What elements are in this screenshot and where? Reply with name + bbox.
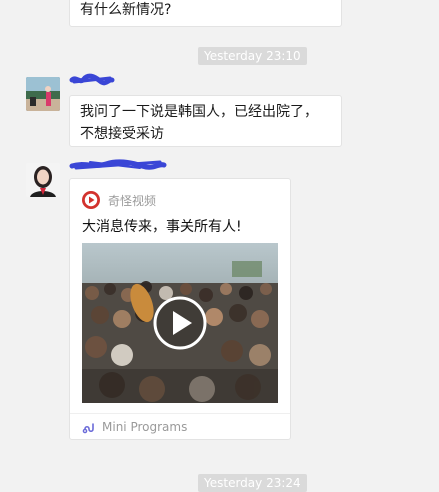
mini-program-icon [82, 422, 94, 433]
message-bubble-reply[interactable]: 我问了一下说是韩国人，已经出院了，不想接受采访 [69, 95, 342, 147]
timestamp-divider: Yesterday 23:24 [198, 474, 307, 492]
card-source: 奇怪视频 [82, 191, 156, 209]
timestamp-text: Yesterday 23:24 [204, 476, 301, 490]
card-footer: Mini Programs [70, 413, 290, 439]
play-logo-icon [82, 191, 100, 209]
message-bubble-top[interactable]: 有什么新情况? [69, 0, 342, 27]
timestamp-text: Yesterday 23:10 [204, 49, 301, 63]
avatar[interactable] [26, 163, 60, 197]
mini-program-label: Mini Programs [102, 419, 188, 434]
sender-name-redacted [69, 159, 167, 170]
message-text-reply: 我问了一下说是韩国人，已经出院了，不想接受采访 [80, 104, 318, 142]
timestamp-divider: Yesterday 23:10 [198, 47, 307, 65]
message-text-top: 有什么新情况? [80, 2, 172, 18]
mini-program-card[interactable]: 奇怪视频 大消息传来，事关所有人! Mini Programs [69, 178, 291, 440]
avatar[interactable] [26, 77, 60, 111]
card-source-name: 奇怪视频 [108, 193, 157, 208]
avatar-image [26, 77, 60, 111]
video-thumbnail[interactable] [82, 243, 278, 403]
card-title: 大消息传来，事关所有人! [82, 219, 242, 235]
sender-name-redacted [69, 73, 115, 86]
avatar-image [26, 163, 60, 197]
play-button-icon[interactable] [152, 295, 208, 351]
